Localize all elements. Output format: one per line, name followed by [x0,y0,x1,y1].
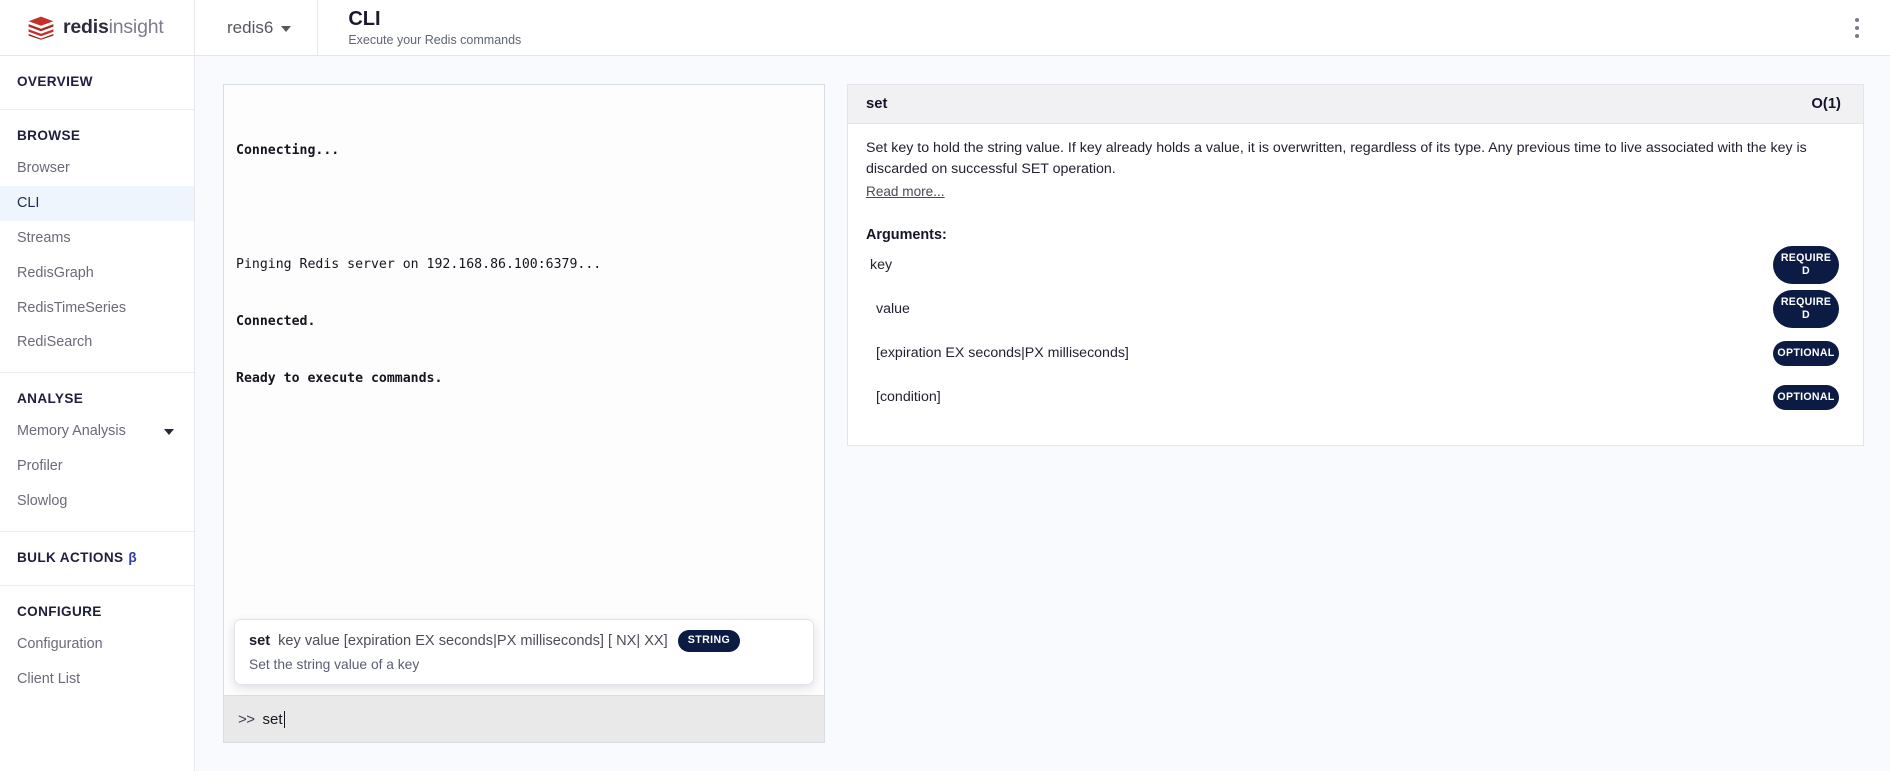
sidebar-heading-text: BULK ACTIONS [17,549,124,565]
sidebar-item-cli[interactable]: CLI [0,185,194,221]
sidebar-item-configuration[interactable]: Configuration [0,627,194,662]
command-help-panel: set O(1) Set key to hold the string valu… [847,84,1864,447]
help-command-name: set [866,96,888,112]
help-argument-row: value REQUIRED [866,287,1845,331]
command-help-body: Set key to hold the string value. If key… [848,124,1863,445]
sidebar-item-slowlog[interactable]: Slowlog [0,484,194,519]
chevron-down-icon [281,25,292,32]
main-content: Connecting... Pinging Redis server on 19… [195,56,1890,771]
sidebar-item-streams[interactable]: Streams [0,221,194,256]
cli-input-text: set [262,710,283,728]
help-complexity-badge: O(1) [1811,96,1841,112]
argument-requirement-badge: OPTIONAL [1773,340,1839,366]
brand-logo-area: redisinsight [0,0,195,55]
database-selector[interactable]: redis6 [195,0,319,55]
cli-panel: Connecting... Pinging Redis server on 19… [223,84,825,743]
app-root: redisinsight redis6 CLI Execute your Red… [0,0,1890,771]
page-heading: CLI Execute your Redis commands [318,8,521,47]
sidebar-group-overview: OVERVIEW [0,56,194,110]
sidebar-item-label: Streams [17,229,71,246]
cli-output-line: Connected. [236,314,316,329]
sidebar-item-redisgraph[interactable]: RedisGraph [0,256,194,291]
read-more-link[interactable]: Read more... [866,184,945,199]
help-description: Set key to hold the string value. If key… [866,140,1807,177]
cli-output-line: Pinging Redis server on 192.168.86.100:6… [236,257,602,272]
sidebar-heading-analyse: ANALYSE [17,391,84,407]
sidebar-item-browser[interactable]: Browser [0,151,194,186]
sidebar-nav: OVERVIEW BROWSE Browser CLI Streams Redi… [0,56,195,771]
sidebar-item-label: Profiler [17,458,63,475]
argument-name: value [876,301,910,318]
sidebar-item-label: Slowlog [17,493,68,509]
sidebar-heading-overview[interactable]: OVERVIEW [0,66,194,97]
sidebar-item-memory-analysis[interactable]: Memory Analysis [0,414,194,449]
body-row: OVERVIEW BROWSE Browser CLI Streams Redi… [0,56,1890,771]
brand-wordmark: redisinsight [63,16,164,39]
sidebar-item-label: Configuration [17,635,103,652]
sidebar-item-label: RediSearch [17,334,93,351]
kebab-menu-icon[interactable] [1846,13,1868,43]
sidebar-group-bulk-actions: BULK ACTIONS β [0,532,194,586]
cli-input-bar[interactable]: >> set [224,695,824,742]
sidebar-item-profiler[interactable]: Profiler [0,449,194,484]
argument-name: [expiration EX seconds|PX milliseconds] [876,345,1129,362]
redis-logo-icon [28,16,54,40]
cli-autocomplete-suggestion[interactable]: set key value [expiration EX seconds|PX … [234,619,814,685]
cli-output-log: Connecting... Pinging Redis server on 19… [224,85,824,619]
cli-prompt-sign: >> [238,710,255,728]
help-arguments-title: Arguments: [866,227,947,244]
sidebar-item-client-list[interactable]: Client List [0,662,194,697]
brand-name-light: insight [108,16,164,38]
suggestion-command-name: set [249,632,271,649]
sidebar-item-label: Client List [17,670,81,687]
cli-output-blank-line [236,198,806,217]
argument-requirement-badge: OPTIONAL [1773,384,1839,410]
argument-name: key [870,257,893,274]
text-cursor-icon [283,710,286,728]
cli-output-line: Connecting... [236,143,340,158]
sidebar-heading-bulk-actions[interactable]: BULK ACTIONS β [0,542,194,573]
cli-output-line: Ready to execute commands. [236,371,443,386]
argument-requirement-badge: REQUIRED [1773,289,1839,329]
app-header: redisinsight redis6 CLI Execute your Red… [0,0,1890,56]
sidebar-item-redisearch[interactable]: RediSearch [0,325,194,360]
sidebar-item-label: RedisTimeSeries [17,299,127,316]
sidebar-heading-browse: BROWSE [17,128,81,143]
page-subtitle: Execute your Redis commands [348,33,522,47]
argument-requirement-badge: REQUIRED [1773,245,1839,285]
caret-down-icon [164,428,174,435]
kebab-dot [1855,33,1859,38]
help-argument-row: [expiration EX seconds|PX milliseconds] … [866,331,1845,375]
suggestion-type-badge: STRING [677,630,741,652]
sidebar-item-redistimeseries[interactable]: RedisTimeSeries [0,291,194,326]
database-name: redis6 [227,17,274,37]
sidebar-item-label: CLI [17,194,40,211]
sidebar-group-browse: BROWSE Browser CLI Streams RedisGraph Re… [0,110,194,374]
suggestion-description: Set the string value of a key [249,657,420,672]
beta-mark: β [128,549,138,565]
argument-name: [condition] [876,389,941,406]
help-argument-row: [condition] OPTIONAL [866,375,1845,419]
cli-autocomplete-wrapper: set key value [expiration EX seconds|PX … [224,619,824,695]
kebab-dot [1855,25,1859,30]
sidebar-group-configure: CONFIGURE Configuration Client List [0,586,194,709]
brand-name-bold: redis [63,16,109,38]
suggestion-signature-row: set key value [expiration EX seconds|PX … [249,630,799,652]
sidebar-group-analyse: ANALYSE Memory Analysis Profiler Slowlog [0,373,194,532]
kebab-dot [1855,17,1859,22]
sidebar-item-label: RedisGraph [17,264,94,281]
page-title: CLI [348,8,381,30]
help-argument-row: key REQUIRED [866,243,1845,287]
sidebar-heading-configure: CONFIGURE [17,603,102,619]
command-help-header: set O(1) [848,85,1863,124]
sidebar-item-label: Memory Analysis [17,423,126,440]
suggestion-arguments: key value [expiration EX seconds|PX mill… [278,632,668,649]
sidebar-item-label: Browser [17,160,70,176]
